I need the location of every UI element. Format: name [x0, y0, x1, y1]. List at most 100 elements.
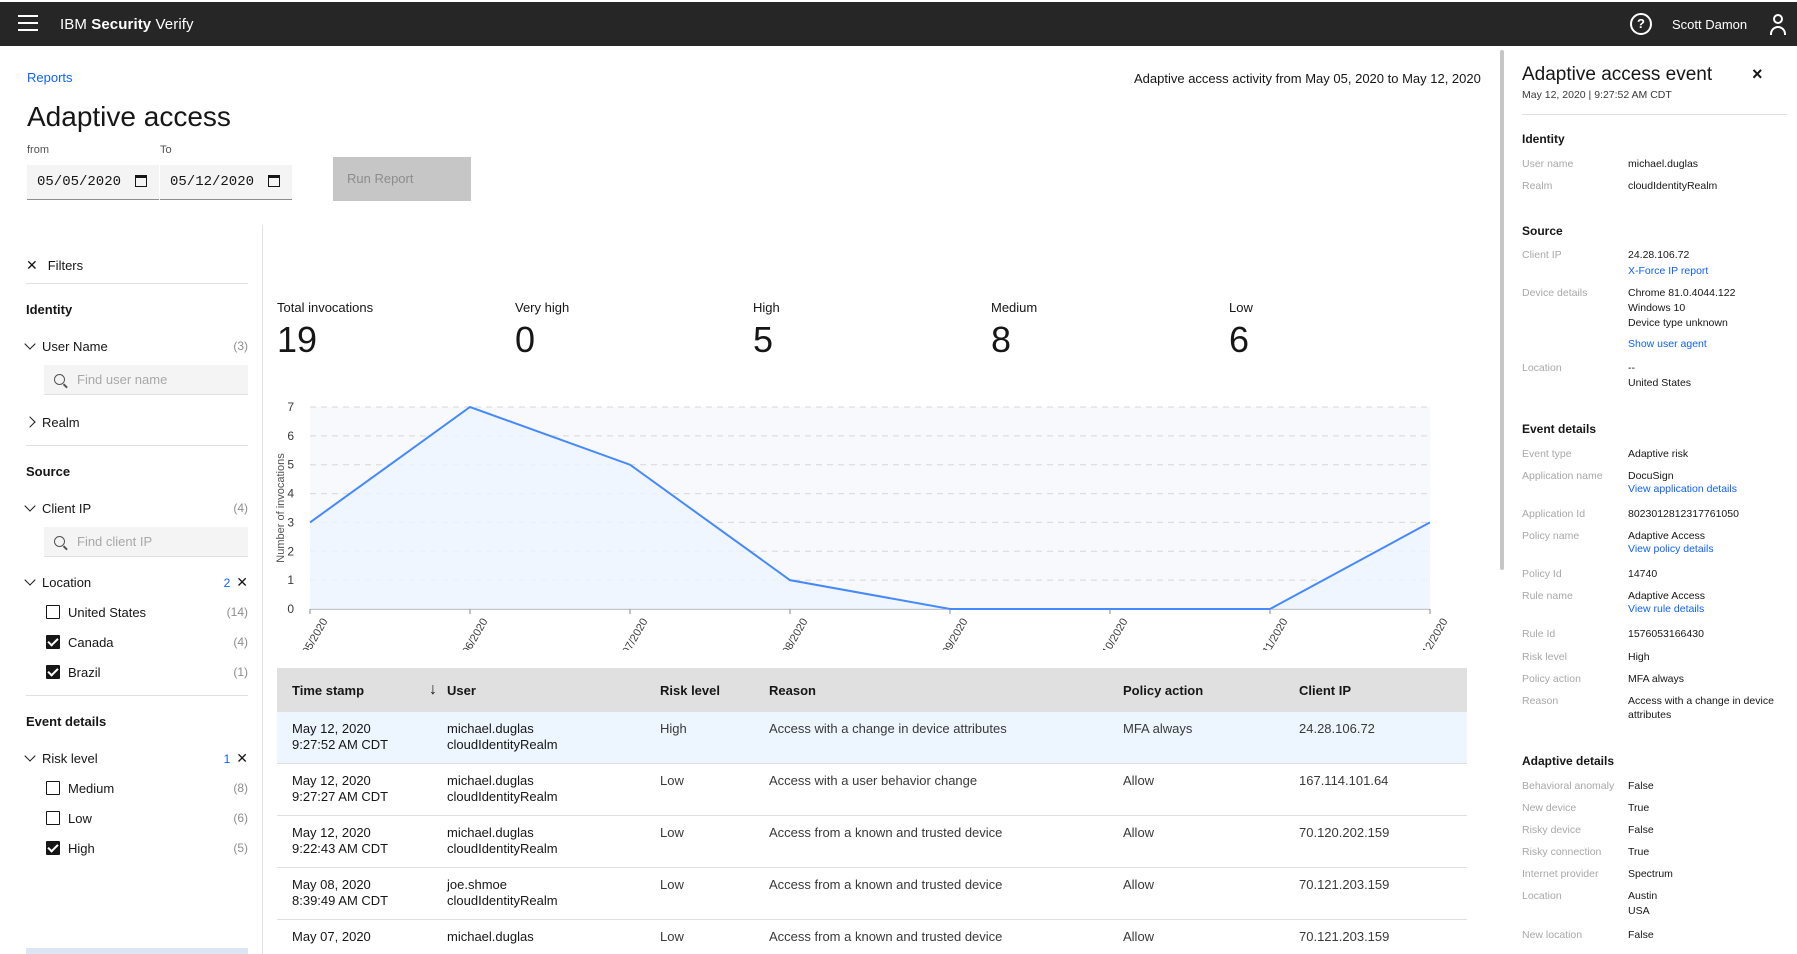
reason: Access from a known and trusted device — [769, 877, 1003, 892]
filters-header[interactable]: ✕ Filters — [26, 248, 248, 284]
y-tick-label: 3 — [287, 515, 294, 529]
table-row[interactable]: May 12, 2020 9:22:43 AM CDT michael.duglas… — [277, 816, 1467, 868]
find-user-name-input[interactable]: Find user name — [44, 365, 248, 395]
col-policy-action[interactable]: Policy action — [1123, 683, 1299, 698]
table-cell: Access from a known and trusted device — [769, 929, 1123, 945]
checkbox-unchecked[interactable] — [46, 781, 60, 795]
table-cell: michael.duglas cloudIdentityRealm — [447, 773, 660, 805]
hamburger-menu-icon[interactable] — [18, 15, 38, 31]
to-date-input[interactable]: 05/12/2020 — [160, 165, 292, 200]
user-icon[interactable] — [1770, 14, 1786, 36]
location-option[interactable]: Brazil (1) — [26, 657, 248, 687]
panel-section-event-details: Event details — [1522, 422, 1597, 436]
user-name: michael.duglas — [447, 825, 534, 840]
policy-action: MFA always — [1123, 721, 1193, 736]
view-policy-link[interactable]: View policy details — [1628, 543, 1714, 555]
product-brand[interactable]: IBM Security Verify — [60, 16, 194, 33]
table-row[interactable]: May 12, 2020 9:27:52 AM CDT michael.duglas… — [277, 712, 1467, 764]
filter-user-name-label: User Name — [42, 338, 108, 354]
detail-key: New device — [1522, 802, 1577, 814]
x-tick-label: 05/08/2020 — [773, 617, 811, 651]
run-report-button[interactable]: Run Report — [333, 157, 471, 201]
checkbox-checked[interactable] — [46, 841, 60, 855]
brand-bold: Security — [91, 16, 152, 33]
table-row[interactable]: May 12, 2020 9:27:27 AM CDT michael.duglas… — [277, 764, 1467, 816]
detail-key: Device details — [1522, 287, 1588, 299]
to-label: To — [160, 144, 172, 156]
calendar-icon[interactable] — [268, 175, 280, 187]
clear-location-icon[interactable]: ✕ — [236, 574, 248, 590]
filter-client-ip[interactable]: Client IP (4) — [24, 493, 248, 523]
close-filters-icon[interactable]: ✕ — [26, 257, 38, 274]
reason: Access with a user behavior change — [769, 773, 978, 788]
table-cell: Allow — [1123, 877, 1299, 893]
user-realm: cloudIdentityRealm — [447, 737, 558, 752]
col-reason[interactable]: Reason — [769, 683, 1123, 698]
checkbox-checked[interactable] — [46, 665, 60, 679]
checkbox-unchecked[interactable] — [46, 605, 60, 619]
page-title: Adaptive access — [27, 101, 231, 132]
breadcrumb-reports[interactable]: Reports — [27, 70, 73, 85]
from-date-input[interactable]: 05/05/2020 — [27, 165, 159, 200]
table-cell: 167.114.101.64 — [1299, 773, 1459, 789]
detail-key: Client IP — [1522, 249, 1562, 261]
view-application-link[interactable]: View application details — [1628, 483, 1737, 495]
option-count: (1) — [233, 665, 248, 679]
calendar-icon[interactable] — [135, 175, 147, 187]
table-cell: May 07, 2020 — [277, 929, 447, 945]
table-row[interactable]: May 08, 2020 8:39:49 AM CDT joe.shmoe cloud… — [277, 868, 1467, 920]
close-icon[interactable]: × — [1752, 64, 1763, 85]
risk-option[interactable]: Medium (8) — [26, 773, 248, 803]
column-label: Time stamp — [292, 682, 365, 698]
checkbox-checked[interactable] — [46, 635, 60, 649]
risk-option[interactable]: High (5) — [26, 833, 248, 863]
checkbox-unchecked[interactable] — [46, 811, 60, 825]
location-option[interactable]: United States (14) — [26, 597, 248, 627]
x-tick-label: 05/06/2020 — [453, 617, 491, 651]
filter-risk-level[interactable]: Risk level 1 ✕ — [24, 743, 248, 773]
table-cell: michael.duglas — [447, 929, 660, 945]
filter-realm[interactable]: Realm — [24, 407, 248, 437]
table-row[interactable]: May 07, 2020 michael.duglas Low Access from… — [277, 920, 1467, 954]
detail-key: Policy name — [1522, 530, 1580, 542]
y-tick-label: 0 — [287, 602, 294, 616]
filter-user-name[interactable]: User Name (3) — [24, 331, 248, 361]
col-time-stamp[interactable]: Time stamp ↓ — [277, 681, 447, 699]
detail-key: Internet provider — [1522, 868, 1599, 880]
risk-option[interactable]: Low (6) — [26, 803, 248, 833]
table-cell: Allow — [1123, 825, 1299, 841]
user-name[interactable]: Scott Damon — [1672, 17, 1747, 32]
selected-count: 1 — [223, 751, 231, 766]
divider — [26, 695, 248, 696]
filter-client-ip-label: Client IP — [42, 500, 92, 516]
y-tick-label: 4 — [287, 487, 294, 501]
x-tick-label: 05/05/2020 — [293, 617, 331, 651]
table-cell: Access with a user behavior change — [769, 773, 1123, 789]
filter-location[interactable]: Location 2 ✕ — [24, 567, 248, 597]
location-option[interactable]: Canada (4) — [26, 627, 248, 657]
detail-key: Location — [1522, 890, 1562, 902]
xforce-report-link[interactable]: X-Force IP report — [1628, 265, 1708, 277]
filters-divider — [262, 225, 263, 954]
col-risk-level[interactable]: Risk level — [660, 683, 769, 698]
show-user-agent-link[interactable]: Show user agent — [1628, 338, 1707, 350]
divider — [26, 445, 248, 446]
filters-title: Filters — [47, 258, 84, 273]
stat-value: 19 — [277, 319, 318, 360]
clear-risk-icon[interactable]: ✕ — [236, 750, 248, 766]
main-scrollbar[interactable] — [1500, 50, 1504, 570]
detail-value: Access with a change in device attribute… — [1628, 695, 1774, 721]
col-client-ip[interactable]: Client IP — [1299, 683, 1459, 698]
help-icon[interactable]: ? — [1630, 13, 1652, 35]
timestamp-time: 9:22:43 AM CDT — [292, 841, 389, 856]
table-cell: May 12, 2020 9:27:27 AM CDT — [277, 773, 447, 805]
view-rule-link[interactable]: View rule details — [1628, 603, 1704, 615]
from-date-value: 05/05/2020 — [37, 174, 122, 190]
find-client-ip-input[interactable]: Find client IP — [44, 527, 248, 557]
col-user[interactable]: User — [447, 683, 660, 698]
y-axis-label: Number of invocations — [275, 453, 287, 563]
timestamp-date: May 07, 2020 — [292, 929, 371, 944]
detail-value: 8023012812317761050 — [1628, 508, 1739, 520]
table-cell: michael.duglas cloudIdentityRealm — [447, 721, 660, 753]
sort-down-icon[interactable]: ↓ — [429, 681, 437, 699]
